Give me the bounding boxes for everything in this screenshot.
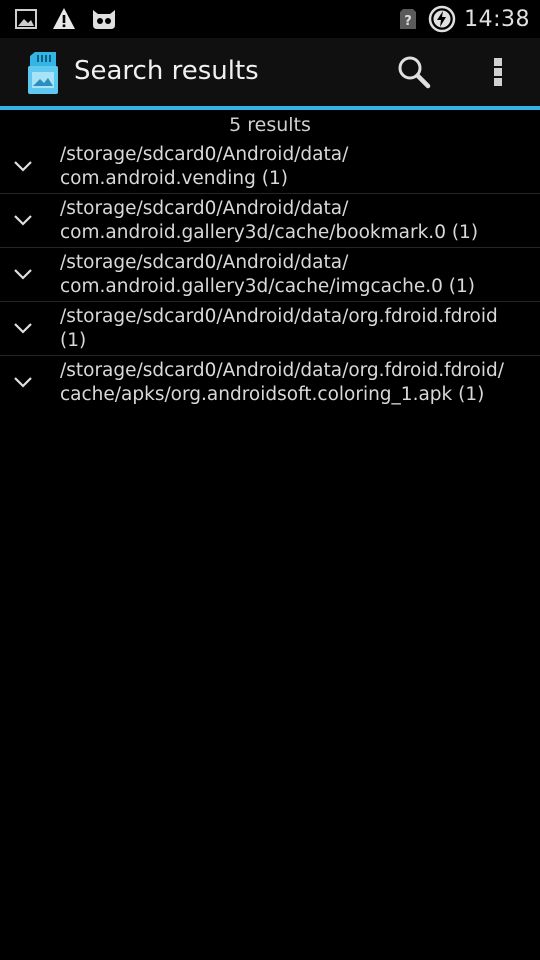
list-item[interactable]: /storage/sdcard0/Android/data/com.androi… <box>0 194 540 248</box>
chevron-down-icon[interactable] <box>12 265 34 283</box>
result-path-line1: /storage/sdcard0/Android/data/ <box>60 198 349 219</box>
clock: 14:38 <box>464 6 530 32</box>
result-path: /storage/sdcard0/Android/data/com.androi… <box>60 251 536 299</box>
results-list: /storage/sdcard0/Android/data/com.androi… <box>0 140 540 409</box>
system-icons: ? 14:38 <box>396 4 530 34</box>
result-path-line1: /storage/sdcard0/Android/data/org.fdroid… <box>60 360 504 381</box>
result-path-line2: (1) <box>60 330 87 351</box>
action-bar: Search results <box>0 38 540 106</box>
result-path: /storage/sdcard0/Android/data/org.fdroid… <box>60 359 536 407</box>
notification-icons <box>14 4 118 34</box>
list-item[interactable]: /storage/sdcard0/Android/data/org.fdroid… <box>0 356 540 409</box>
result-path-line1: /storage/sdcard0/Android/data/ <box>60 144 349 165</box>
svg-text:?: ? <box>404 14 412 29</box>
result-path: /storage/sdcard0/Android/data/com.androi… <box>60 143 536 191</box>
cyanogen-mascot-icon <box>93 10 115 29</box>
warning-icon <box>53 8 75 29</box>
chevron-down-icon[interactable] <box>12 157 34 175</box>
result-path-line2: com.android.gallery3d/cache/imgcache.0 (… <box>60 276 475 297</box>
sdcard-icon[interactable] <box>26 52 60 94</box>
overflow-menu-button[interactable] <box>478 52 518 92</box>
list-item[interactable]: /storage/sdcard0/Android/data/com.androi… <box>0 140 540 194</box>
chevron-down-icon[interactable] <box>12 319 34 337</box>
result-path-line2: com.android.gallery3d/cache/bookmark.0 (… <box>60 222 479 243</box>
result-path-line1: /storage/sdcard0/Android/data/org.fdroid… <box>60 306 498 327</box>
list-item[interactable]: /storage/sdcard0/Android/data/com.androi… <box>0 248 540 302</box>
action-bar-divider <box>0 106 540 110</box>
overflow-menu-icon <box>494 58 502 86</box>
chevron-down-icon[interactable] <box>12 373 34 391</box>
result-path: /storage/sdcard0/Android/data/com.androi… <box>60 197 536 245</box>
result-path-line2: cache/apks/org.androidsoft.coloring_1.ap… <box>60 384 485 405</box>
status-bar: ? 14:38 <box>0 0 540 38</box>
result-path-line2: com.android.vending (1) <box>60 168 288 189</box>
chevron-down-icon[interactable] <box>12 211 34 229</box>
page-title: Search results <box>74 56 259 86</box>
list-item[interactable]: /storage/sdcard0/Android/data/org.fdroid… <box>0 302 540 356</box>
search-icon <box>398 56 431 89</box>
search-button[interactable] <box>394 52 434 92</box>
results-count: 5 results <box>229 114 311 136</box>
battery-charging-icon <box>428 5 456 33</box>
sim-unknown-icon: ? <box>400 9 417 29</box>
result-path: /storage/sdcard0/Android/data/org.fdroid… <box>60 305 536 353</box>
image-icon <box>15 9 37 29</box>
result-path-line1: /storage/sdcard0/Android/data/ <box>60 252 349 273</box>
